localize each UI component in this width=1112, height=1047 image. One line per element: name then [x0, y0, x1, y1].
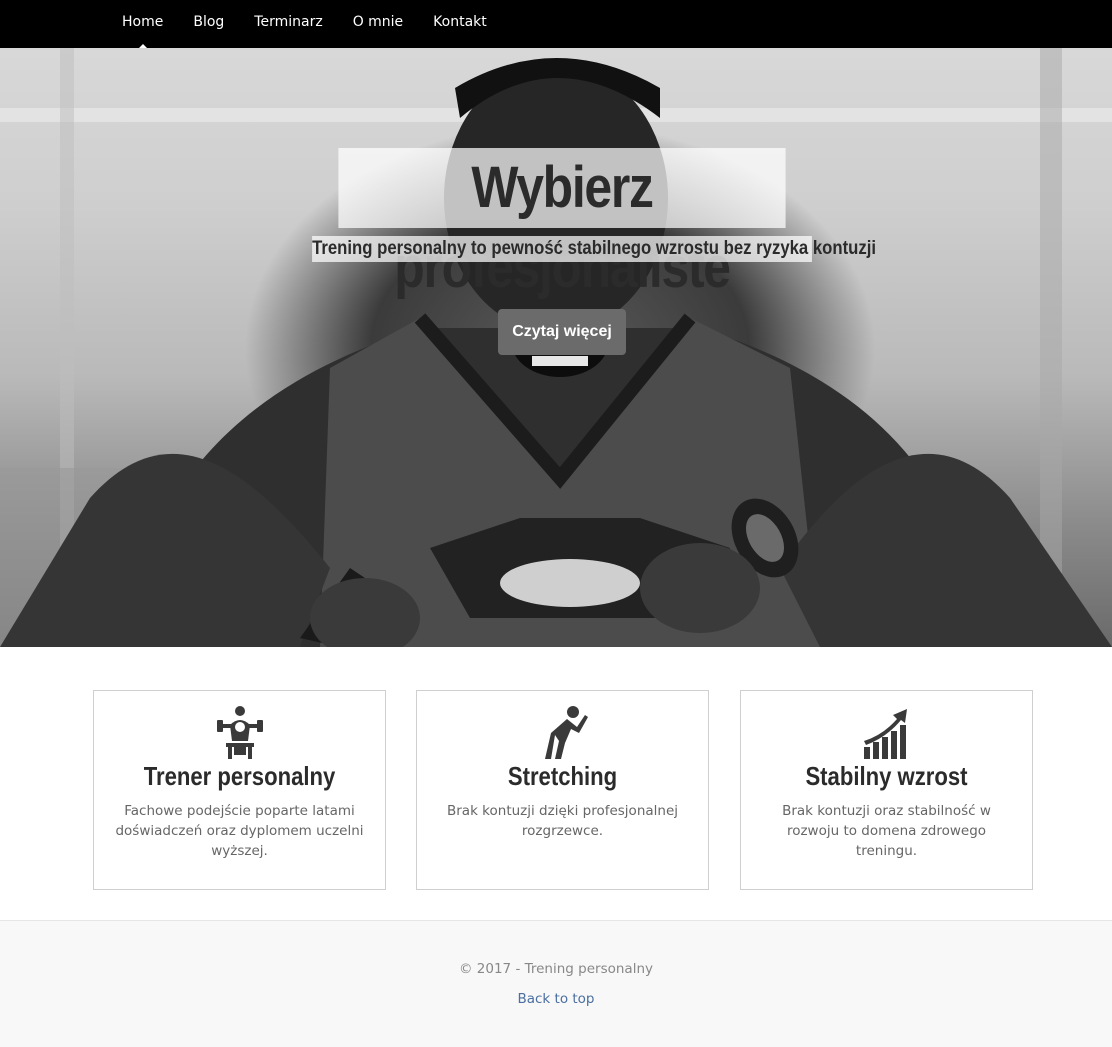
nav-item-blog[interactable]: Blog	[178, 0, 239, 48]
feature-text: Brak kontuzji dzięki profesjonalnej rozg…	[446, 803, 679, 839]
nav-item-kontakt[interactable]: Kontakt	[418, 0, 502, 48]
feature-text: Fachowe podejście poparte latami doświad…	[115, 803, 364, 859]
page-footer: © 2017 - Trening personalny Back to top	[0, 920, 1112, 1047]
stretching-icon	[544, 706, 588, 759]
hero-subtitle: Trening personalny to pewność stabilnego…	[312, 236, 876, 262]
nav-item-terminarz[interactable]: Terminarz	[239, 0, 337, 48]
nav-item-o-mnie[interactable]: O mnie	[338, 0, 418, 48]
hero-banner: Wybierz profesjonaliste Trening personal…	[0, 48, 1112, 647]
back-to-top-link[interactable]: Back to top	[0, 991, 1112, 1007]
feature-card-growth: Stabilny wzrost Brak kontuzji oraz stabi…	[740, 690, 1033, 890]
feature-title: Trener personalny	[143, 761, 336, 791]
trainer-icon	[216, 706, 263, 759]
copyright-text: © 2017 - Trening personalny	[459, 961, 653, 977]
nav-item-home[interactable]: Home	[107, 0, 178, 48]
feature-text: Brak kontuzji oraz stabilność w rozwoju …	[782, 803, 991, 859]
hero-title: Wybierz profesjonaliste	[338, 148, 786, 300]
read-more-button[interactable]: Czytaj więcej	[498, 309, 626, 355]
feature-card-trainer: Trener personalny Fachowe podejście popa…	[93, 690, 386, 890]
feature-title: Stabilny wzrost	[805, 761, 968, 791]
feature-card-stretching: Stretching Brak kontuzji dzięki profesjo…	[416, 690, 709, 890]
top-navbar: Home Blog Terminarz O mnie Kontakt	[0, 0, 1112, 48]
nav-menu: Home Blog Terminarz O mnie Kontakt	[107, 0, 502, 48]
features-section: Trener personalny Fachowe podejście popa…	[0, 647, 1112, 920]
feature-title: Stretching	[507, 761, 618, 791]
growth-chart-icon	[863, 709, 907, 759]
